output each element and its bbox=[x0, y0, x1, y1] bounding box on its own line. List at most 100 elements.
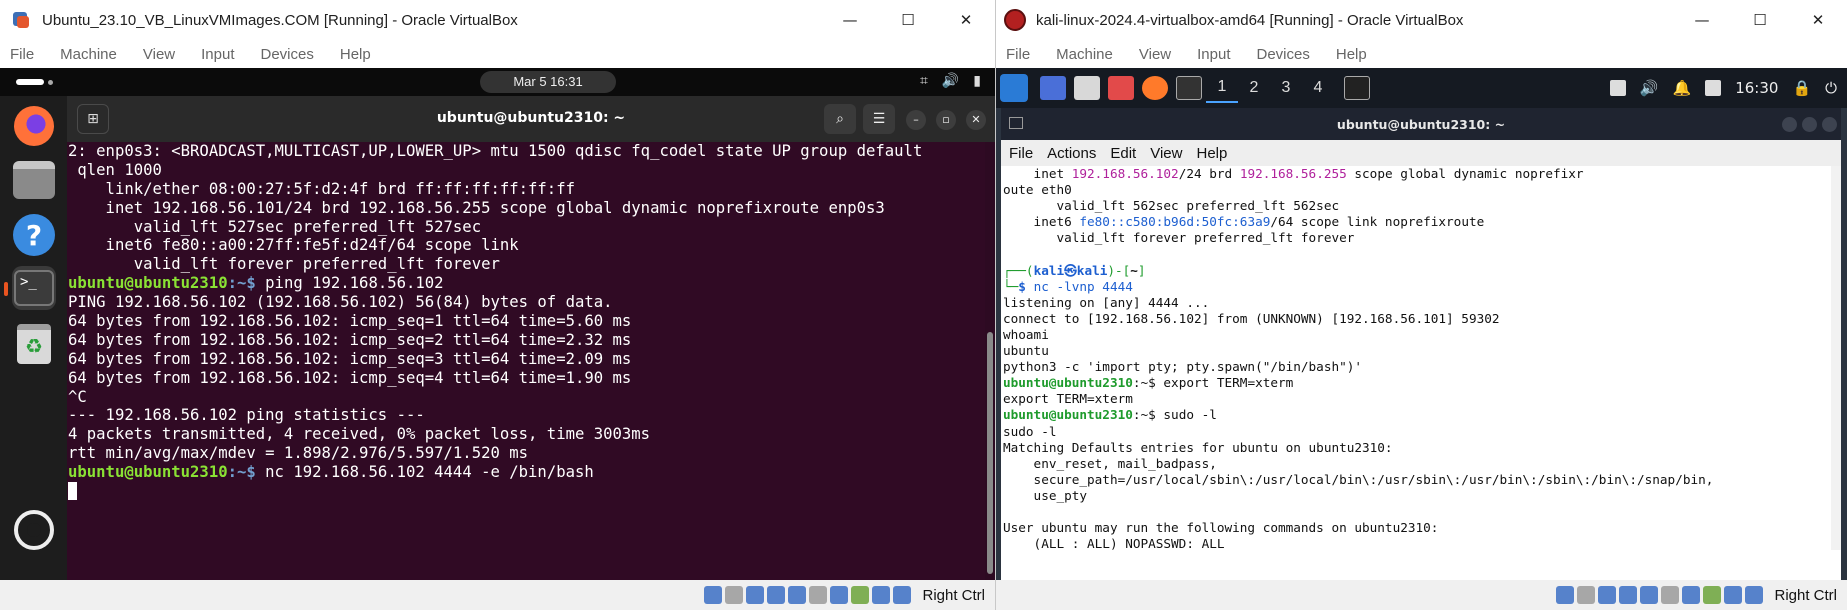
terminal-menu-actions[interactable]: Actions bbox=[1047, 145, 1096, 162]
close-button[interactable]: ✕ bbox=[1789, 0, 1847, 40]
terminal-line: PING 192.168.56.102 (192.168.56.102) 56(… bbox=[68, 293, 613, 312]
kali-prompt-line: └─$ nc -lvnp 4444 bbox=[1003, 278, 1133, 294]
notification-bell-icon[interactable]: 🔔 bbox=[1673, 79, 1692, 97]
mouse-integration-icon[interactable] bbox=[1724, 586, 1743, 604]
terminal-close-icon[interactable] bbox=[1822, 117, 1837, 132]
power-icon[interactable]: ⏻ bbox=[1825, 79, 1837, 97]
usb-icon[interactable] bbox=[767, 586, 786, 604]
terminal-minimize-icon[interactable]: – bbox=[906, 110, 926, 130]
terminal-line: ubuntu bbox=[1003, 343, 1049, 359]
terminal-close-icon[interactable]: ✕ bbox=[966, 110, 986, 130]
terminal-menu-edit[interactable]: Edit bbox=[1110, 145, 1136, 162]
menu-view[interactable]: View bbox=[1139, 46, 1171, 63]
display-icon[interactable] bbox=[1609, 80, 1626, 96]
audio-icon[interactable] bbox=[725, 586, 744, 604]
activities-indicator[interactable] bbox=[16, 79, 44, 85]
terminal-line: inet6 fe80::a00:27ff:fe5f:d24f/64 scope … bbox=[68, 236, 519, 255]
menu-devices[interactable]: Devices bbox=[1257, 46, 1310, 63]
network-adapter-icon[interactable] bbox=[746, 586, 765, 604]
dock-terminal[interactable]: >_ bbox=[12, 266, 56, 310]
terminal-scrollbar[interactable] bbox=[985, 142, 995, 580]
menu-devices[interactable]: Devices bbox=[261, 46, 314, 63]
close-button[interactable]: ✕ bbox=[937, 0, 995, 40]
search-icon[interactable]: ⌕ bbox=[824, 104, 856, 134]
menu-file[interactable]: File bbox=[10, 46, 34, 63]
menu-view[interactable]: View bbox=[143, 46, 175, 63]
kali-guest-screen: 1 2 3 4 🔊 🔔 16:30 🔒 ⏻ ubuntu@ubuntu2310:… bbox=[996, 68, 1847, 580]
ubuntu-terminal-output[interactable]: 2: enp0s3: <BROADCAST,MULTICAST,UP,LOWER… bbox=[67, 142, 985, 580]
terminal-line: 64 bytes from 192.168.56.102: icmp_seq=4… bbox=[68, 368, 632, 387]
scrollbar-thumb[interactable] bbox=[987, 332, 993, 574]
network-adapter-icon[interactable] bbox=[1598, 586, 1617, 604]
kali-terminal-scrollbar[interactable] bbox=[1831, 166, 1841, 550]
battery-icon[interactable] bbox=[1705, 80, 1722, 96]
terminal-line: use_pty bbox=[1003, 487, 1088, 503]
system-tray[interactable]: ⌗ 🔊 ▮ bbox=[920, 73, 981, 89]
dock-help[interactable]: ? bbox=[12, 213, 56, 257]
terminal-maximize-icon[interactable] bbox=[1802, 117, 1817, 132]
optical-drive-icon[interactable] bbox=[704, 586, 723, 604]
terminal-minimize-icon[interactable] bbox=[1782, 117, 1797, 132]
keyboard-icon[interactable] bbox=[1745, 586, 1764, 604]
menu-machine[interactable]: Machine bbox=[1056, 46, 1113, 63]
cpu-icon[interactable] bbox=[1703, 586, 1722, 604]
terminal-line: connect to [192.168.56.102] from (UNKNOW… bbox=[1003, 310, 1500, 326]
recording-icon[interactable] bbox=[1682, 586, 1701, 604]
lock-icon[interactable]: 🔒 bbox=[1792, 79, 1811, 97]
display-icon[interactable] bbox=[1661, 586, 1680, 604]
kali-menu-icon[interactable] bbox=[1000, 74, 1028, 102]
menu-help[interactable]: Help bbox=[1336, 46, 1367, 63]
volume-icon[interactable]: 🔊 bbox=[1640, 79, 1659, 97]
keyboard-icon[interactable] bbox=[893, 586, 912, 604]
ubuntu-guest-screen: Mar 5 16:31 ⌗ 🔊 ▮ ? >_ ♻ ⊞ ubuntu@ubuntu… bbox=[0, 68, 995, 580]
maximize-button[interactable]: ☐ bbox=[1731, 0, 1789, 40]
terminal-icon[interactable] bbox=[1176, 76, 1202, 100]
terminal-menu-file[interactable]: File bbox=[1009, 145, 1033, 162]
host-key-label: Right Ctrl bbox=[1774, 586, 1837, 604]
kali-terminal-window: ubuntu@ubuntu2310: ~ File Actions Edit V… bbox=[1001, 108, 1841, 580]
menu-input[interactable]: Input bbox=[201, 46, 234, 63]
kali-terminal-title: ubuntu@ubuntu2310: ~ bbox=[1336, 117, 1506, 132]
panel-clock[interactable]: 16:30 bbox=[1735, 79, 1778, 97]
gnome-clock[interactable]: Mar 5 16:31 bbox=[480, 71, 616, 93]
text-editor-icon[interactable] bbox=[1108, 76, 1134, 100]
menu-input[interactable]: Input bbox=[1197, 46, 1230, 63]
shared-folders-icon[interactable] bbox=[788, 586, 807, 604]
kali-terminal-output[interactable]: inet 192.168.56.102/24 brd 192.168.56.25… bbox=[1001, 166, 1841, 550]
terminal-line: valid_lft 527sec preferred_lft 527sec bbox=[68, 217, 482, 236]
dock-firefox[interactable] bbox=[12, 104, 56, 148]
terminal-menu-help[interactable]: Help bbox=[1196, 145, 1227, 162]
minimize-button[interactable]: — bbox=[821, 0, 879, 40]
terminal-line: 4 packets transmitted, 4 received, 0% pa… bbox=[68, 425, 651, 444]
workspace-1[interactable]: 1 bbox=[1206, 73, 1238, 103]
menu-file[interactable]: File bbox=[1006, 46, 1030, 63]
workspace-4[interactable]: 4 bbox=[1302, 73, 1334, 103]
workspace-2[interactable]: 2 bbox=[1238, 73, 1270, 103]
mouse-integration-icon[interactable] bbox=[872, 586, 891, 604]
file-manager-icon[interactable] bbox=[1074, 76, 1100, 100]
maximize-button[interactable]: ☐ bbox=[879, 0, 937, 40]
display-icon[interactable] bbox=[809, 586, 828, 604]
menu-machine[interactable]: Machine bbox=[60, 46, 117, 63]
dock-trash[interactable]: ♻ bbox=[12, 322, 56, 366]
usb-icon[interactable] bbox=[1619, 586, 1638, 604]
dock-files[interactable] bbox=[12, 158, 56, 202]
firefox-icon[interactable] bbox=[1142, 76, 1168, 100]
terminal-menu-view[interactable]: View bbox=[1150, 145, 1182, 162]
trash-icon: ♻ bbox=[17, 324, 51, 364]
cpu-icon[interactable] bbox=[851, 586, 870, 604]
optical-drive-icon[interactable] bbox=[1556, 586, 1575, 604]
prompt-path: :~$ bbox=[227, 463, 256, 482]
hamburger-menu-icon[interactable]: ☰ bbox=[863, 104, 895, 134]
workspace-3[interactable]: 3 bbox=[1270, 73, 1302, 103]
shared-folders-icon[interactable] bbox=[1640, 586, 1659, 604]
desktop-icon[interactable] bbox=[1040, 76, 1066, 100]
taskbar-terminal-icon[interactable] bbox=[1344, 76, 1370, 100]
audio-icon[interactable] bbox=[1577, 586, 1596, 604]
terminal-maximize-icon[interactable]: ▫ bbox=[936, 110, 956, 130]
recording-icon[interactable] bbox=[830, 586, 849, 604]
show-apps-icon[interactable] bbox=[14, 510, 54, 550]
menu-help[interactable]: Help bbox=[340, 46, 371, 63]
minimize-button[interactable]: — bbox=[1673, 0, 1731, 40]
